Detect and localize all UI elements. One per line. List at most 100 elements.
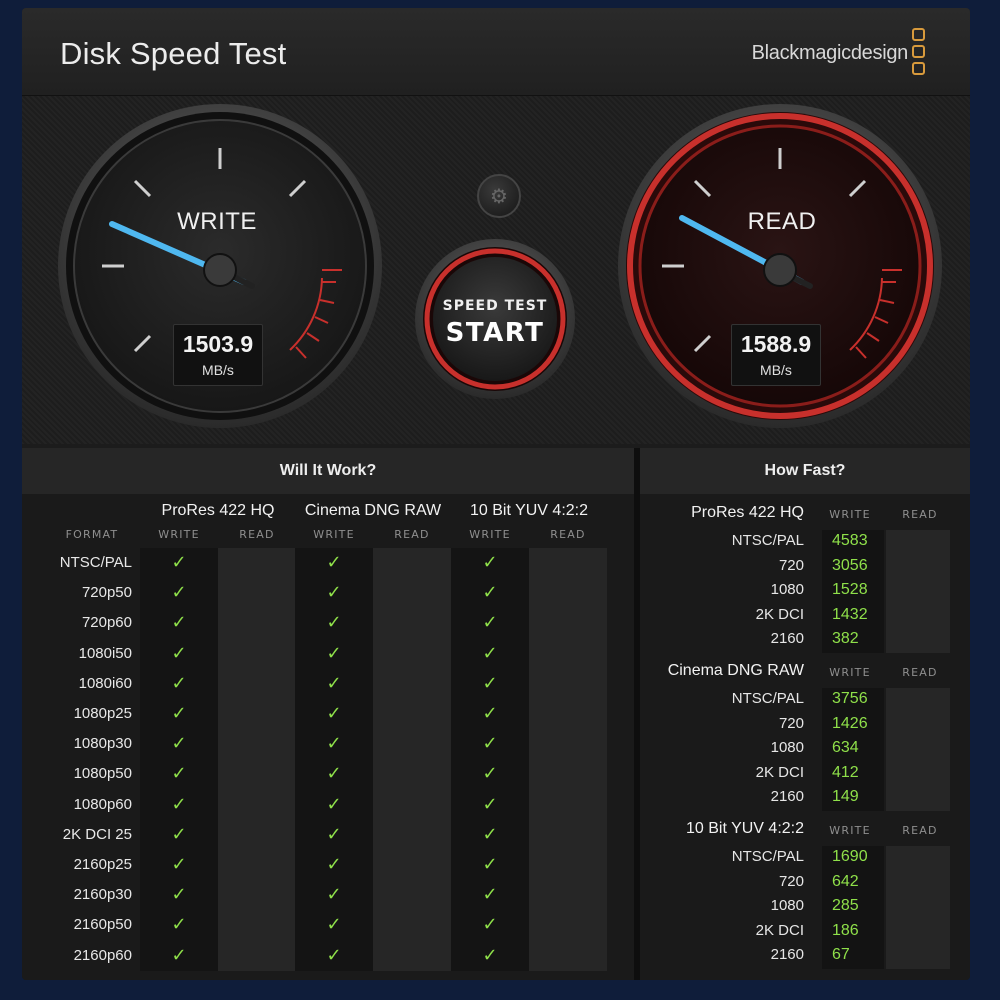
check-icon: ✓ bbox=[326, 944, 342, 966]
write-speed-cell: 3756 bbox=[832, 690, 868, 707]
check-icon: ✓ bbox=[171, 854, 187, 875]
check-icon: ✓ bbox=[171, 552, 187, 573]
resolution-label: 720 bbox=[778, 556, 804, 574]
codec-header: 10 Bit YUV 4:2:2 bbox=[470, 502, 588, 519]
format-label: 2K DCI 25 bbox=[62, 825, 132, 843]
format-label: 720p60 bbox=[81, 614, 132, 632]
format-label: 1080i50 bbox=[78, 644, 132, 662]
start-button[interactable]: SPEED TEST START bbox=[420, 244, 570, 394]
check-icon: ✓ bbox=[326, 642, 342, 664]
app-title: Disk Speed Test bbox=[60, 36, 287, 71]
read-column-bg bbox=[529, 548, 607, 971]
format-label: 2160p25 bbox=[73, 856, 132, 873]
format-label: 1080p30 bbox=[73, 735, 132, 753]
start-button-label: START bbox=[445, 318, 545, 348]
write-speed-value: 1503.9 bbox=[182, 331, 254, 357]
write-subheader: WRITE bbox=[829, 824, 871, 837]
check-icon: ✓ bbox=[482, 612, 498, 634]
how-fast-codec: 10 Bit YUV 4:2:2 bbox=[686, 820, 804, 837]
check-icon: ✓ bbox=[482, 914, 498, 936]
gear-icon: ⚙ bbox=[490, 184, 508, 208]
write-speed-cell: 186 bbox=[832, 921, 859, 939]
codec-header: Cinema DNG RAW bbox=[304, 502, 442, 519]
write-subheader: WRITE bbox=[313, 528, 355, 541]
read-subheader: READ bbox=[550, 528, 586, 541]
write-subheader: WRITE bbox=[469, 528, 511, 541]
write-subheader: WRITE bbox=[158, 528, 200, 541]
how-fast-codec: Cinema DNG RAW bbox=[667, 662, 804, 679]
write-speed-cell: 634 bbox=[832, 739, 859, 757]
will-it-work-header: Will It Work? bbox=[22, 448, 634, 494]
check-icon: ✓ bbox=[482, 763, 498, 785]
format-label: 2160p50 bbox=[73, 916, 132, 934]
resolution-label: 2K DCI bbox=[755, 605, 804, 623]
check-icon: ✓ bbox=[482, 582, 498, 604]
check-icon: ✓ bbox=[482, 854, 498, 875]
check-icon: ✓ bbox=[482, 884, 498, 906]
write-gauge-label: WRITE bbox=[177, 208, 257, 235]
title-bar: Disk Speed Test Blackmagicdesign bbox=[22, 8, 970, 96]
read-gauge-label: READ bbox=[747, 208, 817, 235]
format-label: 2160p60 bbox=[73, 946, 132, 964]
resolution-label: 2K DCI bbox=[755, 763, 804, 781]
check-icon: ✓ bbox=[326, 672, 342, 694]
gauge-panel: ⚙ WRITE 1503.9 MB/s READ 1588.9 MB/s SPE… bbox=[22, 96, 970, 444]
write-speed-cell: 412 bbox=[832, 763, 859, 781]
check-icon: ✓ bbox=[482, 793, 498, 815]
write-speed-cell: 3056 bbox=[832, 556, 868, 574]
check-icon: ✓ bbox=[326, 823, 342, 845]
format-label: 1080p25 bbox=[73, 705, 132, 722]
write-subheader: WRITE bbox=[829, 508, 871, 521]
how-fast-header: How Fast? bbox=[640, 448, 970, 494]
check-icon: ✓ bbox=[326, 552, 342, 573]
check-icon: ✓ bbox=[171, 763, 187, 785]
check-icon: ✓ bbox=[326, 582, 342, 604]
resolution-label: NTSC/PAL bbox=[731, 848, 804, 865]
write-speed-unit: MB/s bbox=[202, 362, 234, 378]
format-label: 2160p30 bbox=[73, 886, 132, 904]
write-speed-cell: 1528 bbox=[832, 581, 868, 599]
read-column-bg bbox=[886, 530, 950, 653]
check-icon: ✓ bbox=[482, 552, 498, 573]
format-label: 1080p50 bbox=[73, 765, 132, 783]
write-subheader: WRITE bbox=[829, 666, 871, 679]
read-subheader: READ bbox=[239, 528, 275, 541]
check-icon: ✓ bbox=[326, 793, 342, 815]
read-column-bg bbox=[218, 548, 296, 971]
resolution-label: 720 bbox=[778, 872, 804, 890]
settings-button[interactable]: ⚙ bbox=[477, 174, 521, 218]
check-icon: ✓ bbox=[482, 703, 498, 724]
write-speed-cell: 149 bbox=[832, 788, 859, 806]
write-speed-cell: 4583 bbox=[832, 532, 868, 549]
write-speed-cell: 1426 bbox=[832, 714, 868, 732]
check-icon: ✓ bbox=[482, 733, 498, 755]
write-readout: 1503.9 MB/s bbox=[173, 324, 263, 386]
check-icon: ✓ bbox=[482, 642, 498, 664]
brand-logo-icon bbox=[912, 28, 928, 80]
format-label: 1080p60 bbox=[73, 795, 132, 813]
check-icon: ✓ bbox=[171, 914, 187, 936]
resolution-label: 720 bbox=[778, 714, 804, 732]
format-label: 720p50 bbox=[81, 584, 132, 602]
write-speed-cell: 1432 bbox=[832, 605, 868, 623]
resolution-label: NTSC/PAL bbox=[731, 532, 804, 549]
write-speed-cell: 285 bbox=[832, 897, 859, 915]
read-column-bg bbox=[886, 846, 950, 969]
check-icon: ✓ bbox=[326, 854, 342, 875]
read-speed-value: 1588.9 bbox=[740, 331, 812, 357]
check-icon: ✓ bbox=[171, 733, 187, 755]
write-speed-cell: 642 bbox=[832, 872, 859, 890]
check-icon: ✓ bbox=[171, 612, 187, 634]
read-readout: 1588.9 MB/s bbox=[731, 324, 821, 386]
read-column-bg bbox=[886, 688, 950, 811]
check-icon: ✓ bbox=[326, 763, 342, 785]
app-window: Disk Speed Test Blackmagicdesign ⚙ WRITE… bbox=[22, 8, 970, 980]
read-subheader: READ bbox=[902, 824, 938, 837]
codec-header: ProRes 422 HQ bbox=[161, 502, 275, 519]
check-icon: ✓ bbox=[171, 944, 187, 966]
start-button-subtitle: SPEED TEST bbox=[442, 298, 548, 314]
write-speed-cell: 1690 bbox=[832, 848, 868, 865]
check-icon: ✓ bbox=[171, 703, 187, 724]
check-icon: ✓ bbox=[171, 884, 187, 906]
read-subheader: READ bbox=[394, 528, 430, 541]
